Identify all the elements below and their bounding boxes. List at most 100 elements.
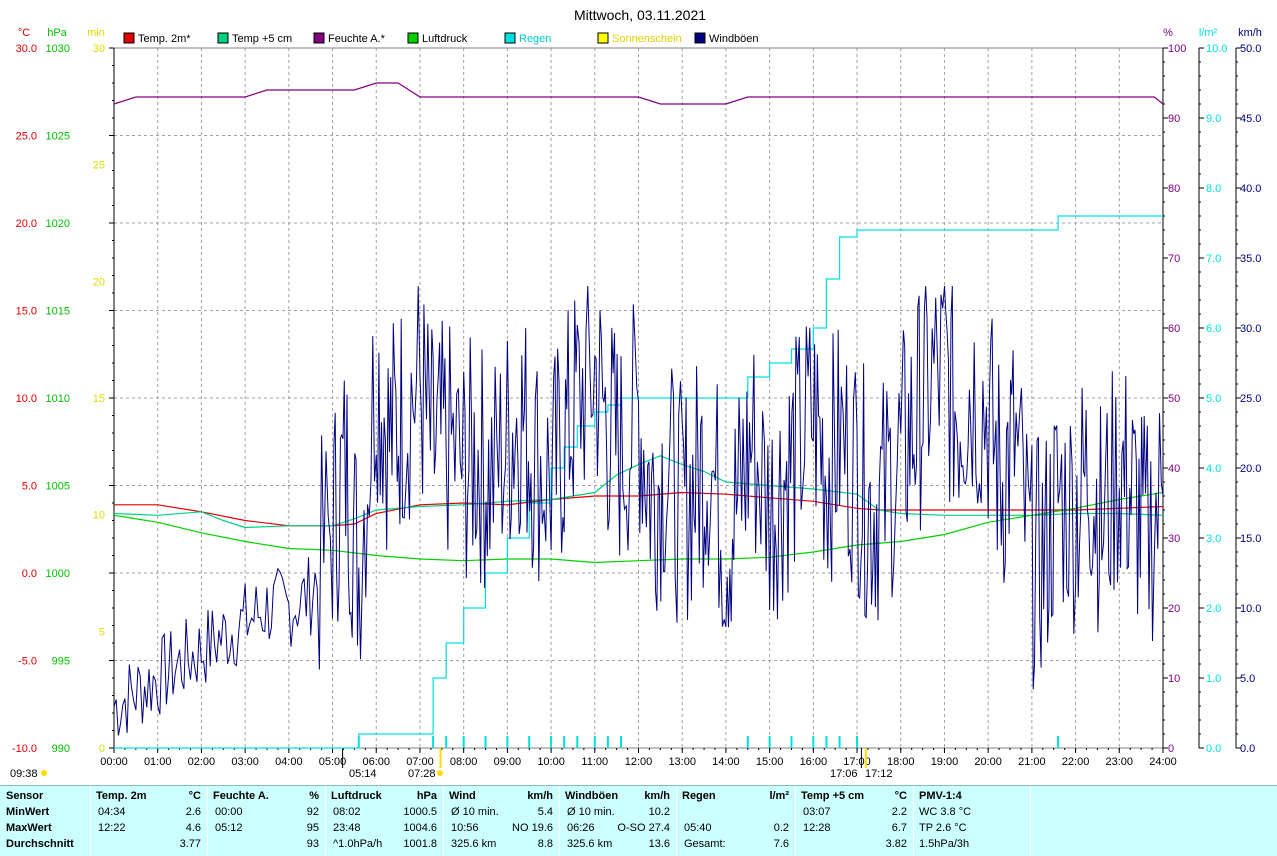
right-tick-label: 3.0: [1206, 533, 1221, 545]
column-header: Temp +5 cm: [801, 790, 865, 802]
x-tick-label: 14:00: [712, 756, 740, 768]
right-tick-label: 8.0: [1206, 183, 1221, 195]
sunset-label: 17:06: [830, 768, 858, 780]
left-tick-label: 0.0: [22, 568, 37, 580]
x-tick-label: 00:00: [100, 756, 128, 768]
legend-swatch: [407, 32, 419, 44]
right-tick-label: 50.0: [1240, 43, 1261, 55]
left-tick-label: 15: [93, 393, 105, 405]
sun-icon: [437, 770, 443, 776]
row-label: WC 3.8 °C: [919, 806, 972, 818]
stat-value: 0.2: [773, 822, 789, 834]
right-tick-label: 4.0: [1206, 463, 1221, 475]
right-tick-label: 20.0: [1240, 463, 1261, 475]
stat-value: 5.4: [537, 806, 553, 818]
rain-bar: [445, 736, 448, 748]
right-tick-label: 40: [1168, 463, 1180, 475]
sunrise-label: 05:14: [349, 768, 377, 780]
right-tick-label: 35.0: [1240, 253, 1261, 265]
stat-value: 3.77: [179, 838, 201, 850]
left-tick-label: 990: [52, 743, 70, 755]
x-tick-label: 12:00: [625, 756, 653, 768]
x-tick-label: 22:00: [1062, 756, 1090, 768]
stat-time: 12:22: [98, 822, 126, 834]
rain-bar: [528, 736, 531, 748]
column-header: Temp. 2m: [96, 790, 147, 802]
x-tick-label: 03:00: [231, 756, 259, 768]
legend-label: Regen: [519, 33, 551, 45]
rain-bar: [550, 736, 553, 748]
stat-time: Gesamt:: [684, 838, 726, 850]
x-tick-label: 08:00: [450, 756, 478, 768]
stat-value: 1001.8: [403, 838, 437, 850]
rain-bar: [432, 736, 435, 748]
sun-icon: [41, 770, 47, 776]
left-tick-label: 15.0: [16, 306, 37, 318]
left-tick-label: -10.0: [12, 743, 37, 755]
rain-bar: [838, 736, 841, 748]
rain-bar: [1057, 736, 1060, 748]
right-tick-label: 2.0: [1206, 603, 1221, 615]
left-tick-label: 5: [99, 626, 105, 638]
column-header: Regen: [682, 790, 716, 802]
right-tick-label: 10.0: [1240, 603, 1261, 615]
legend-label: Sonnenschein: [612, 33, 682, 45]
stats-column: Sensor MinWert MaxWert Durchschnitt: [0, 786, 91, 856]
stat-value: 7.6: [773, 838, 789, 850]
legend-swatch: [504, 32, 516, 44]
rain-bar: [576, 736, 579, 748]
left-tick-label: 1000: [46, 568, 70, 580]
stat-value: 8.8: [537, 838, 553, 850]
rain-bar: [620, 736, 623, 748]
right-tick-label: 0.0: [1240, 743, 1255, 755]
column-unit: °C: [894, 790, 907, 802]
rain-bar: [812, 736, 815, 748]
column-header: Feuchte A.: [213, 790, 269, 802]
time-marker-label: 09:38: [10, 768, 38, 780]
row-label: TP 2.6 °C: [919, 822, 967, 834]
stats-column: Wind km/h Ø 10 min. 10:56 325.6 km 5.4 NO 19.6…: [443, 786, 560, 856]
column-unit: km/h: [527, 790, 553, 802]
left-tick-label: 1020: [46, 218, 70, 230]
legend-swatch: [217, 32, 229, 44]
rain-bar: [484, 736, 487, 748]
column-unit: l/m²: [769, 790, 789, 802]
stats-column: Luftdruck hPa 08:02 23:48 ^1.0hPa/h 1000.5 100…: [325, 786, 444, 856]
chart-title: Mittwoch, 03.11.2021: [574, 7, 706, 23]
stat-time: 12:28: [803, 822, 831, 834]
left-tick-label: 1010: [46, 393, 70, 405]
right-tick-label: 40.0: [1240, 183, 1261, 195]
rain-bar: [856, 736, 859, 748]
stat-time: 05:40: [684, 822, 712, 834]
left-axis-unit: hPa: [47, 27, 67, 39]
legend-label: Luftdruck: [422, 33, 468, 45]
stat-time: 10:56: [451, 822, 479, 834]
right-tick-label: 50: [1168, 393, 1180, 405]
right-axis-unit: %: [1163, 27, 1173, 39]
stat-time: 23:48: [333, 822, 361, 834]
stat-value: 1004.6: [403, 822, 437, 834]
left-tick-label: 25: [93, 160, 105, 172]
x-tick-label: 23:00: [1106, 756, 1134, 768]
right-tick-label: 5.0: [1206, 393, 1221, 405]
column-unit: °C: [188, 790, 201, 802]
row-label: Durchschnitt: [6, 838, 74, 850]
column-unit: hPa: [416, 790, 437, 802]
rain-bar: [825, 736, 828, 748]
left-tick-label: 30.0: [16, 43, 37, 55]
stat-value: 3.82: [885, 838, 907, 850]
stat-time: 00:00: [215, 806, 243, 818]
x-tick-label: 11:00: [581, 756, 608, 768]
legend-swatch: [597, 32, 609, 44]
rain-bar: [462, 736, 465, 748]
left-axis-unit: °C: [18, 27, 30, 39]
column-header: Luftdruck: [331, 790, 382, 802]
row-label: MinWert: [6, 806, 50, 818]
right-tick-label: 15.0: [1240, 533, 1261, 545]
stats-column: Temp. 2m °C 04:34 12:22 2.6 4.6 3.77: [90, 786, 208, 856]
rain-bar: [746, 736, 749, 748]
right-tick-label: 10.0: [1206, 43, 1227, 55]
legend-label: Windböen: [709, 33, 759, 45]
right-tick-label: 6.0: [1206, 323, 1221, 335]
left-tick-label: 10.0: [16, 393, 37, 405]
